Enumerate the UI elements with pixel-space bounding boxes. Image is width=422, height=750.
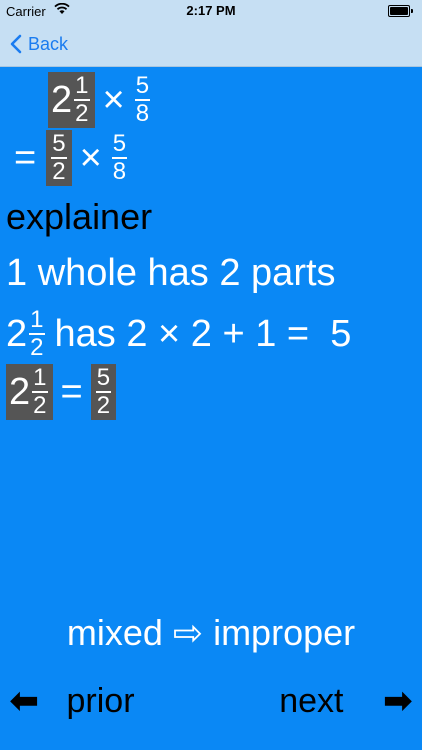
fraction-denominator: 8 [135,100,150,127]
fraction-numerator: 1 [33,364,47,391]
mixed-number-highlight: 2 1 2 [48,72,95,128]
battery-icon [388,5,413,17]
navigation-bar: Back [0,22,422,67]
step-line: = 5 2 × 5 8 [14,130,129,186]
fraction-denominator: 2 [33,392,47,419]
fraction-numerator: 5 [112,130,127,157]
fraction-denominator: 2 [30,334,44,361]
explainer-heading: explainer [6,196,153,237]
times-operator: × [102,78,125,121]
fraction-numerator: 5 [96,364,111,391]
mixed-number-highlight: 2 1 2 [6,364,53,420]
status-bar: Carrier 2:17 PM [0,0,422,22]
fraction-numerator: 1 [30,306,44,333]
second-fraction: 5 8 [111,130,128,185]
status-time: 2:17 PM [186,3,236,18]
fraction-numerator: 1 [75,72,89,99]
prior-button-label: prior [66,681,135,720]
equals-sign: = [14,136,37,179]
prior-button[interactable]: ⬅ prior [10,676,135,726]
fraction-denominator: 2 [75,100,89,127]
footer-navigation: ⬅ prior next ➡ [0,676,422,736]
next-button-label: next [279,681,344,720]
problem-line: 2 1 2 × 5 8 [48,72,152,128]
mixed-fraction: 1 2 [32,364,48,419]
mixed-whole: 2 [51,78,73,121]
mixed-fraction: 1 2 [29,306,45,361]
chevron-left-icon [10,34,22,54]
explainer-line-1: 1 whole has 2 parts [6,252,336,294]
fraction-denominator: 2 [96,392,111,419]
equals-sign: = [60,370,83,413]
times-operator: × [79,136,102,179]
next-button[interactable]: next ➡ [279,676,412,726]
fraction-denominator: 8 [112,158,127,185]
mixed-whole: 2 [6,312,28,355]
improper-fraction-highlight: 5 2 [46,130,72,186]
mixed-fraction: 1 2 [74,72,90,127]
improper-fraction: 5 2 [95,364,112,419]
mode-label: mixed ⇨ improper [66,612,356,653]
explainer-line-2: 2 1 2 has 2 × 2 + 1 = 5 [6,308,351,360]
improper-fraction-highlight: 5 2 [90,364,117,420]
arrow-left-icon: ⬅ [10,682,39,720]
second-fraction: 5 8 [134,72,151,127]
back-button[interactable]: Back [10,30,68,58]
explainer-line-3: 2 1 2 = 5 2 [6,364,117,420]
fraction-numerator: 5 [135,72,150,99]
back-button-label: Back [28,33,69,54]
fraction-numerator: 5 [52,130,66,157]
mixed-whole: 2 [9,370,31,413]
fraction-denominator: 2 [52,158,66,185]
content-area: 2 1 2 × 5 8 = 5 2 × 5 8 explainer 1 whol… [0,66,422,750]
explainer-line-2-text: has 2 × 2 + 1 = 5 [54,312,352,355]
improper-fraction: 5 2 [51,130,67,185]
arrow-right-icon: ➡ [383,682,413,720]
